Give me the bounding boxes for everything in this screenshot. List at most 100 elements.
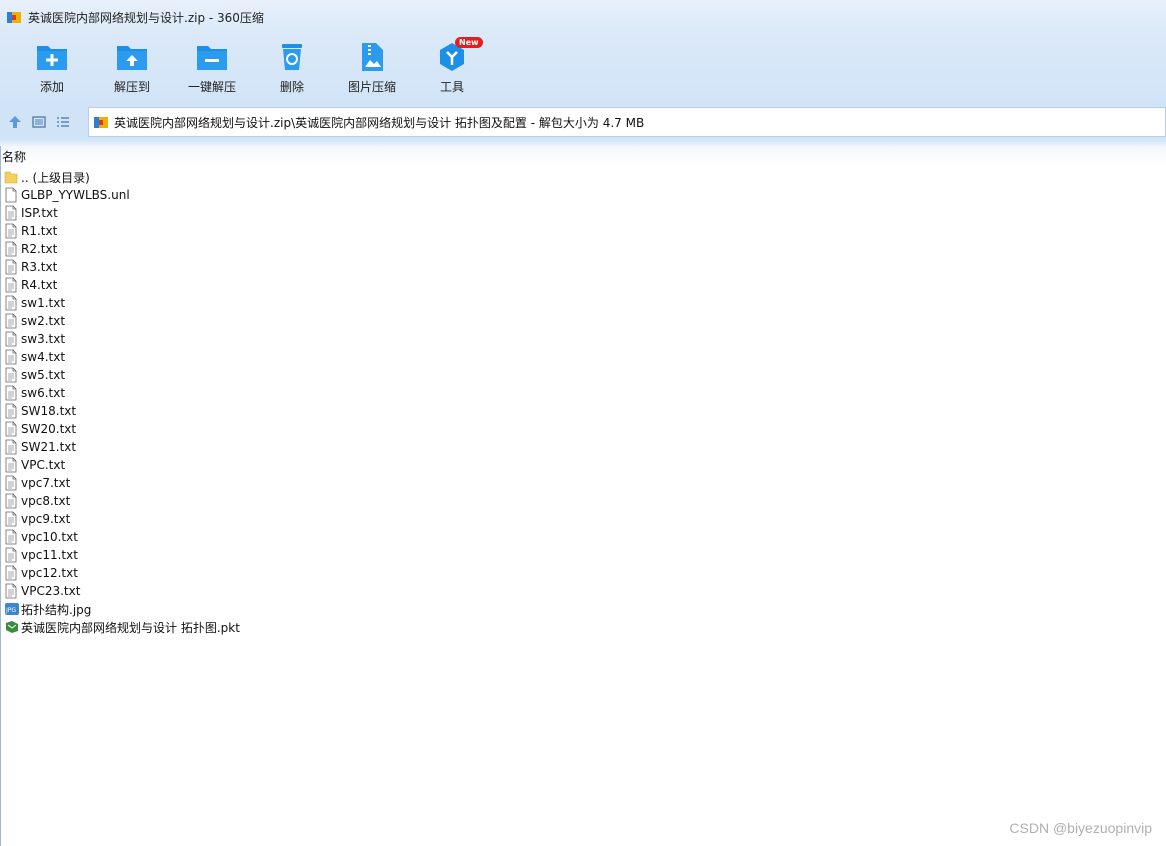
file-row[interactable]: sw1.txt [0,294,1166,312]
file-name: vpc7.txt [21,476,71,490]
text-file-icon [4,475,18,491]
tools-icon: New [435,37,483,74]
text-file-icon [4,295,18,311]
file-row[interactable]: JPG 拓扑结构.jpg [0,600,1166,618]
file-row[interactable]: R2.txt [0,240,1166,258]
add-folder-icon [35,40,69,74]
file-row[interactable]: .. (上级目录) [0,168,1166,186]
file-name: SW18.txt [21,404,77,418]
file-row[interactable]: VPC.txt [0,456,1166,474]
one-click-extract-label: 一键解压 [187,80,236,94]
delete-icon [275,40,309,74]
file-row[interactable]: vpc9.txt [0,510,1166,528]
file-name: sw1.txt [21,296,66,310]
address-bar: 英诚医院内部网络规划与设计.zip\英诚医院内部网络规划与设计 拓扑图及配置 -… [0,104,1166,140]
file-name: vpc9.txt [21,512,71,526]
up-arrow-icon[interactable] [6,113,24,131]
file-name: vpc8.txt [21,494,71,508]
text-file-icon [4,367,18,383]
file-row[interactable]: sw2.txt [0,312,1166,330]
file-row[interactable]: SW20.txt [0,420,1166,438]
text-file-icon [4,439,18,455]
delete-button[interactable]: 删除 [252,34,332,104]
text-file-icon [4,205,18,221]
text-file-icon [4,259,18,275]
file-list: .. (上级目录) GLBP_YYWLBS.unl ISP.txt R1.txt R2.… [0,168,1166,636]
list-view-icon[interactable] [54,113,72,131]
file-row[interactable]: R3.txt [0,258,1166,276]
watermark: CSDN @biyezuopinvip [1009,820,1152,836]
text-file-icon [4,421,18,437]
text-file-icon [4,511,18,527]
file-row[interactable]: sw5.txt [0,366,1166,384]
file-row[interactable]: SW21.txt [0,438,1166,456]
file-name: SW21.txt [21,440,77,454]
file-row[interactable]: sw4.txt [0,348,1166,366]
text-file-icon [4,241,18,257]
file-row[interactable]: ISP.txt [0,204,1166,222]
file-name: vpc12.txt [21,566,78,580]
add-label: 添加 [39,80,64,94]
file-name: sw6.txt [21,386,66,400]
file-row[interactable]: sw3.txt [0,330,1166,348]
file-name: GLBP_YYWLBS.unl [21,188,130,202]
file-row[interactable]: vpc7.txt [0,474,1166,492]
file-name: vpc10.txt [21,530,78,544]
archive-app-icon [6,9,22,25]
file-name: VPC.txt [21,458,66,472]
image-compress-label: 图片压缩 [347,80,396,94]
thumbnail-view-icon[interactable] [30,113,48,131]
add-button[interactable]: 添加 [12,34,92,104]
file-name: sw3.txt [21,332,66,346]
text-file-icon [4,583,18,599]
file-name: vpc11.txt [21,548,78,562]
file-row[interactable]: vpc8.txt [0,492,1166,510]
file-name: 拓扑结构.jpg [21,602,92,617]
text-file-icon [4,457,18,473]
file-icon [4,187,18,203]
file-row[interactable]: 英诚医院内部网络规划与设计 拓扑图.pkt [0,618,1166,636]
text-file-icon [4,331,18,347]
file-row[interactable]: vpc11.txt [0,546,1166,564]
file-name: VPC23.txt [21,584,81,598]
image-compress-icon [355,40,389,74]
file-row[interactable]: R1.txt [0,222,1166,240]
text-file-icon [4,277,18,293]
text-file-icon [4,547,18,563]
extract-to-label: 解压到 [113,80,150,94]
file-row[interactable]: vpc12.txt [0,564,1166,582]
file-row[interactable]: sw6.txt [0,384,1166,402]
text-file-icon [4,349,18,365]
file-row[interactable]: vpc10.txt [0,528,1166,546]
tools-button[interactable]: New 工具 [412,34,492,104]
title-bar: 英诚医院内部网络规划与设计.zip - 360压缩 [0,0,1166,34]
path-text: 英诚医院内部网络规划与设计.zip\英诚医院内部网络规划与设计 拓扑图及配置 -… [114,115,645,130]
file-name: 英诚医院内部网络规划与设计 拓扑图.pkt [21,620,240,635]
file-name: R3.txt [21,260,58,274]
text-file-icon [4,385,18,401]
file-name: R1.txt [21,224,58,238]
extract-to-icon [115,40,149,74]
file-row[interactable]: R4.txt [0,276,1166,294]
file-name: R2.txt [21,242,58,256]
path-field[interactable]: 英诚医院内部网络规划与设计.zip\英诚医院内部网络规划与设计 拓扑图及配置 -… [88,107,1166,137]
window-title: 英诚医院内部网络规划与设计.zip - 360压缩 [28,10,264,25]
folder-icon [4,169,18,185]
one-click-extract-icon [195,40,229,74]
file-row[interactable]: VPC23.txt [0,582,1166,600]
file-row[interactable]: SW18.txt [0,402,1166,420]
text-file-icon [4,493,18,509]
text-file-icon [4,313,18,329]
column-name-header[interactable]: 名称 [2,148,26,165]
extract-to-button[interactable]: 解压到 [92,34,172,104]
image-compress-button[interactable]: 图片压缩 [332,34,412,104]
file-name: ISP.txt [21,206,58,220]
text-file-icon [4,565,18,581]
file-name: sw2.txt [21,314,66,328]
file-name: R4.txt [21,278,58,292]
text-file-icon [4,529,18,545]
toolbar: 添加 解压到 一键解压 删除 图片压缩 New 工具 [0,34,1166,104]
one-click-extract-button[interactable]: 一键解压 [172,34,252,104]
tools-label: 工具 [439,80,464,94]
file-row[interactable]: GLBP_YYWLBS.unl [0,186,1166,204]
